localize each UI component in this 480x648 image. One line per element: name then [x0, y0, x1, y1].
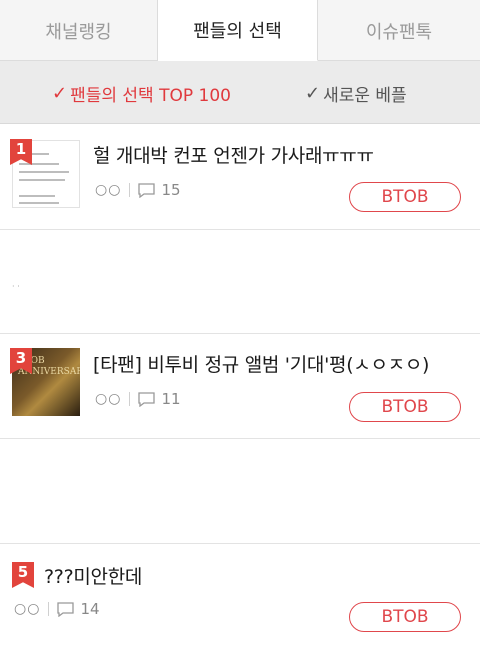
post-title[interactable]: ???미안한데 — [44, 562, 142, 589]
reactions: ○○ — [14, 601, 41, 617]
tab-fans-choice[interactable]: 팬들의 선택 — [158, 0, 318, 61]
list-item[interactable]: 5 ???미안한데 ○○ 14 BTOB — [0, 544, 480, 648]
post-meta: ○○ 15 — [95, 181, 181, 199]
placeholder-mark: · · — [12, 282, 20, 291]
comment-icon — [138, 391, 156, 407]
channel-tag-button[interactable]: BTOB — [349, 182, 461, 212]
comment-icon — [138, 182, 156, 198]
empty-item — [0, 439, 480, 544]
post-title[interactable]: [타팬] 비투비 정규 앨범 '기대'평(ㅅㅇㅈㅇ) — [93, 350, 429, 377]
reactions: ○○ — [95, 182, 122, 198]
comment-count: 15 — [161, 181, 181, 199]
checkmark-icon: ✓ — [305, 83, 321, 104]
rank-badge: 5 — [12, 562, 34, 588]
tab-channel-ranking[interactable]: 채널랭킹 — [0, 0, 158, 61]
list-item[interactable]: 1 헐 개대박 컨포 언젠가 가사래ㅠㅠㅠ ○○ 15 BTOB — [0, 125, 480, 230]
channel-tag-button[interactable]: BTOB — [349, 392, 461, 422]
top-tab-bar: 채널랭킹 팬들의 선택 이슈팬톡 — [0, 0, 480, 61]
subtab-top100[interactable]: ✓ 팬들의 선택 TOP 100 — [52, 81, 231, 106]
subtab-new-best-label: 새로운 베플 — [323, 86, 407, 106]
subtab-new-best[interactable]: ✓ 새로운 베플 — [305, 81, 407, 106]
comment-count: 11 — [161, 390, 181, 408]
reactions: ○○ — [95, 391, 122, 407]
post-title[interactable]: 헐 개대박 컨포 언젠가 가사래ㅠㅠㅠ — [93, 141, 374, 168]
post-meta: ○○ 11 — [95, 390, 181, 408]
tab-issue-fantalk[interactable]: 이슈팬톡 — [318, 0, 480, 61]
checkmark-icon: ✓ — [52, 83, 68, 104]
comment-count: 14 — [80, 600, 100, 618]
post-meta: ○○ 14 — [14, 600, 100, 618]
subtab-top100-label: 팬들의 선택 TOP 100 — [70, 86, 231, 106]
channel-tag-button[interactable]: BTOB — [349, 602, 461, 632]
comment-icon — [57, 601, 75, 617]
sub-tab-bar: ✓ 팬들의 선택 TOP 100 ✓ 새로운 베플 — [0, 61, 480, 124]
empty-item: · · — [0, 230, 480, 334]
list-item[interactable]: BTOB ANNIVERSARY 3 [타팬] 비투비 정규 앨범 '기대'평(… — [0, 334, 480, 439]
